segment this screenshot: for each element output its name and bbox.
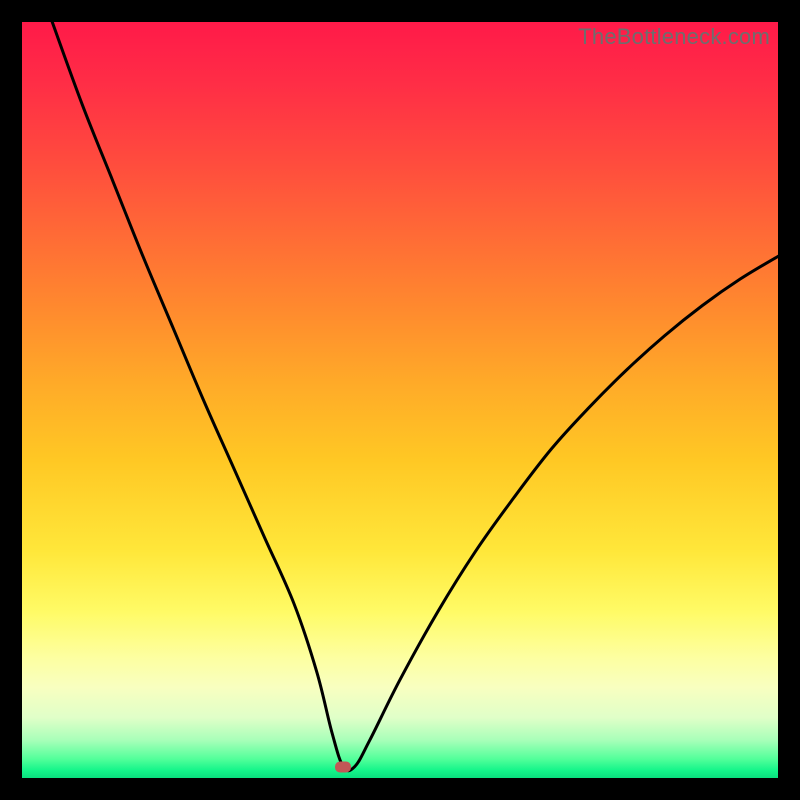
bottleneck-curve — [22, 22, 778, 778]
optimal-point-marker — [335, 761, 351, 772]
plot-area: TheBottleneck.com — [22, 22, 778, 778]
chart-frame: TheBottleneck.com — [0, 0, 800, 800]
